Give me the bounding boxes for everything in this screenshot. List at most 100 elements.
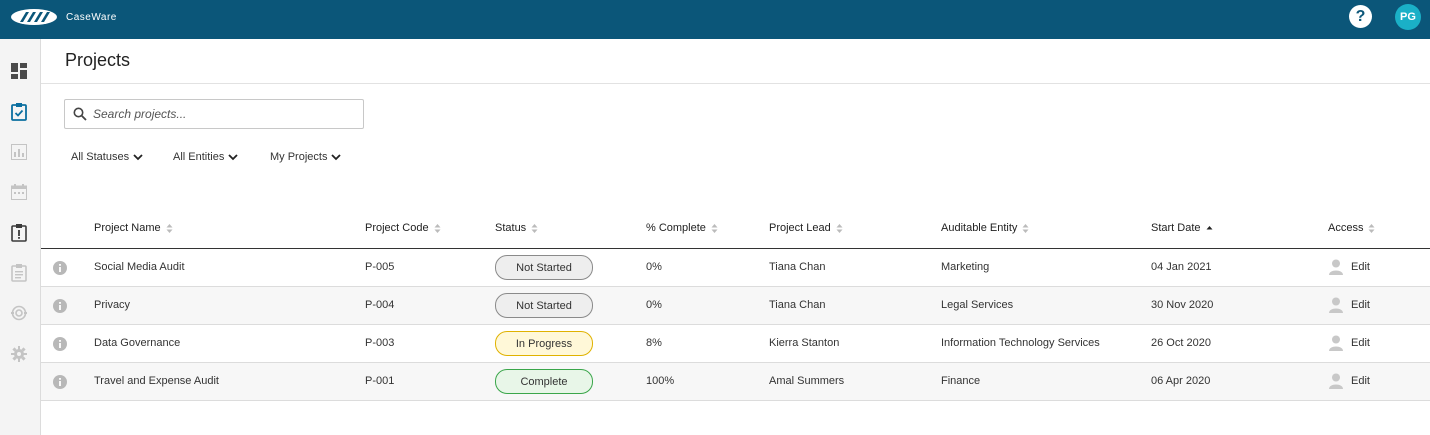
issues-alert-icon[interactable] xyxy=(9,223,29,243)
top-bar: CaseWare ? PG xyxy=(0,0,1430,39)
user-icon xyxy=(1329,335,1343,351)
status-filter[interactable]: All Statuses xyxy=(71,151,143,163)
access-label: Edit xyxy=(1351,375,1370,387)
project-name-cell[interactable]: Data Governance xyxy=(94,337,180,349)
status-badge: Not Started xyxy=(495,255,593,280)
auditable-entity-cell: Legal Services xyxy=(941,299,1014,311)
chevron-down-icon xyxy=(133,153,143,160)
table-body: Social Media Audit P-005 Not Started 0% … xyxy=(41,249,1430,401)
caseware-logo-icon xyxy=(11,9,57,25)
sort-icon xyxy=(836,223,843,233)
project-code-cell: P-004 xyxy=(365,299,395,311)
percent-complete-cell: 0% xyxy=(646,299,662,311)
project-lead-cell: Kierra Stanton xyxy=(769,337,840,349)
caseware-logo[interactable]: CaseWare xyxy=(10,7,117,27)
column-header-start-date[interactable]: Start Date xyxy=(1151,222,1213,234)
project-name-cell[interactable]: Social Media Audit xyxy=(94,261,185,273)
info-icon[interactable] xyxy=(53,261,67,280)
user-avatar[interactable]: PG xyxy=(1395,4,1421,30)
entity-filter-label: All Entities xyxy=(173,151,225,163)
search-box xyxy=(64,99,364,129)
projects-filter-label: My Projects xyxy=(270,151,328,163)
status-badge: Not Started xyxy=(495,293,593,318)
column-label: % Complete xyxy=(646,222,706,234)
column-label: Project Lead xyxy=(769,222,831,234)
auditable-entity-cell: Finance xyxy=(941,375,981,387)
project-name-cell[interactable]: Travel and Expense Audit xyxy=(94,375,219,387)
status-badge: In Progress xyxy=(495,331,593,356)
sort-icon xyxy=(166,223,173,233)
projects-checklist-icon[interactable] xyxy=(9,102,29,122)
column-header-auditable-entity[interactable]: Auditable Entity xyxy=(941,222,1029,234)
info-icon[interactable] xyxy=(53,299,67,318)
status-filter-label: All Statuses xyxy=(71,151,130,163)
project-name-cell[interactable]: Privacy xyxy=(94,299,130,311)
start-date-cell: 06 Apr 2020 xyxy=(1151,375,1211,387)
table-row[interactable]: Privacy P-004 Not Started 0% Tiana Chan … xyxy=(41,287,1430,325)
project-lead-cell: Tiana Chan xyxy=(769,299,826,311)
column-header-percent-complete[interactable]: % Complete xyxy=(646,222,718,234)
page-title: Projects xyxy=(65,50,131,70)
table-row[interactable]: Data Governance P-003 In Progress 8% Kie… xyxy=(41,325,1430,363)
percent-complete-cell: 8% xyxy=(646,337,662,349)
projects-filter[interactable]: My Projects xyxy=(270,151,342,163)
project-lead-cell: Tiana Chan xyxy=(769,261,826,273)
help-button[interactable]: ? xyxy=(1349,5,1372,28)
column-header-access[interactable]: Access xyxy=(1328,222,1375,234)
column-label: Project Code xyxy=(365,222,429,234)
dashboard-icon[interactable] xyxy=(9,61,29,81)
project-code-cell: P-001 xyxy=(365,375,395,387)
reports-chart-icon[interactable] xyxy=(9,142,29,162)
title-divider xyxy=(41,83,1430,84)
column-label: Auditable Entity xyxy=(941,222,1018,234)
user-icon xyxy=(1329,373,1343,389)
sort-ascending-icon xyxy=(1206,225,1213,229)
auditable-entity-cell: Information Technology Services xyxy=(941,337,1100,349)
left-sidebar xyxy=(0,39,41,435)
calendar-icon[interactable] xyxy=(9,182,29,202)
search-icon xyxy=(73,107,87,126)
access-cell[interactable]: Edit xyxy=(1329,297,1370,313)
column-header-project-name[interactable]: Project Name xyxy=(94,222,173,234)
settings-gear-icon[interactable] xyxy=(9,344,29,364)
user-icon xyxy=(1329,297,1343,313)
clipboard-icon[interactable] xyxy=(9,263,29,283)
sort-icon xyxy=(531,223,538,233)
start-date-cell: 30 Nov 2020 xyxy=(1151,299,1214,311)
info-icon[interactable] xyxy=(53,375,67,394)
column-header-project-code[interactable]: Project Code xyxy=(365,222,441,234)
sort-icon xyxy=(1368,223,1375,233)
info-icon[interactable] xyxy=(53,337,67,356)
column-header-project-lead[interactable]: Project Lead xyxy=(769,222,843,234)
projects-table: Project Name Project Code Status % Compl… xyxy=(41,210,1430,401)
column-label: Start Date xyxy=(1151,222,1201,234)
sort-icon xyxy=(1022,223,1029,233)
project-code-cell: P-003 xyxy=(365,337,395,349)
sort-icon xyxy=(711,223,718,233)
table-header: Project Name Project Code Status % Compl… xyxy=(41,210,1430,249)
column-header-status[interactable]: Status xyxy=(495,222,538,234)
access-cell[interactable]: Edit xyxy=(1329,259,1370,275)
user-icon xyxy=(1329,259,1343,275)
start-date-cell: 04 Jan 2021 xyxy=(1151,261,1212,273)
chevron-down-icon xyxy=(331,153,342,160)
table-row[interactable]: Travel and Expense Audit P-001 Complete … xyxy=(41,363,1430,401)
project-lead-cell: Amal Summers xyxy=(769,375,845,387)
table-row[interactable]: Social Media Audit P-005 Not Started 0% … xyxy=(41,249,1430,287)
entity-filter[interactable]: All Entities xyxy=(173,151,238,163)
access-cell[interactable]: Edit xyxy=(1329,373,1370,389)
risk-icon[interactable] xyxy=(9,303,29,323)
access-label: Edit xyxy=(1351,299,1370,311)
access-label: Edit xyxy=(1351,261,1370,273)
column-label: Access xyxy=(1328,222,1364,234)
search-input[interactable] xyxy=(93,101,358,127)
start-date-cell: 26 Oct 2020 xyxy=(1151,337,1211,349)
access-label: Edit xyxy=(1351,337,1370,349)
chevron-down-icon xyxy=(228,153,238,160)
status-badge: Complete xyxy=(495,369,593,394)
percent-complete-cell: 0% xyxy=(646,261,662,273)
sort-icon xyxy=(434,223,441,233)
project-code-cell: P-005 xyxy=(365,261,395,273)
auditable-entity-cell: Marketing xyxy=(941,261,990,273)
access-cell[interactable]: Edit xyxy=(1329,335,1370,351)
